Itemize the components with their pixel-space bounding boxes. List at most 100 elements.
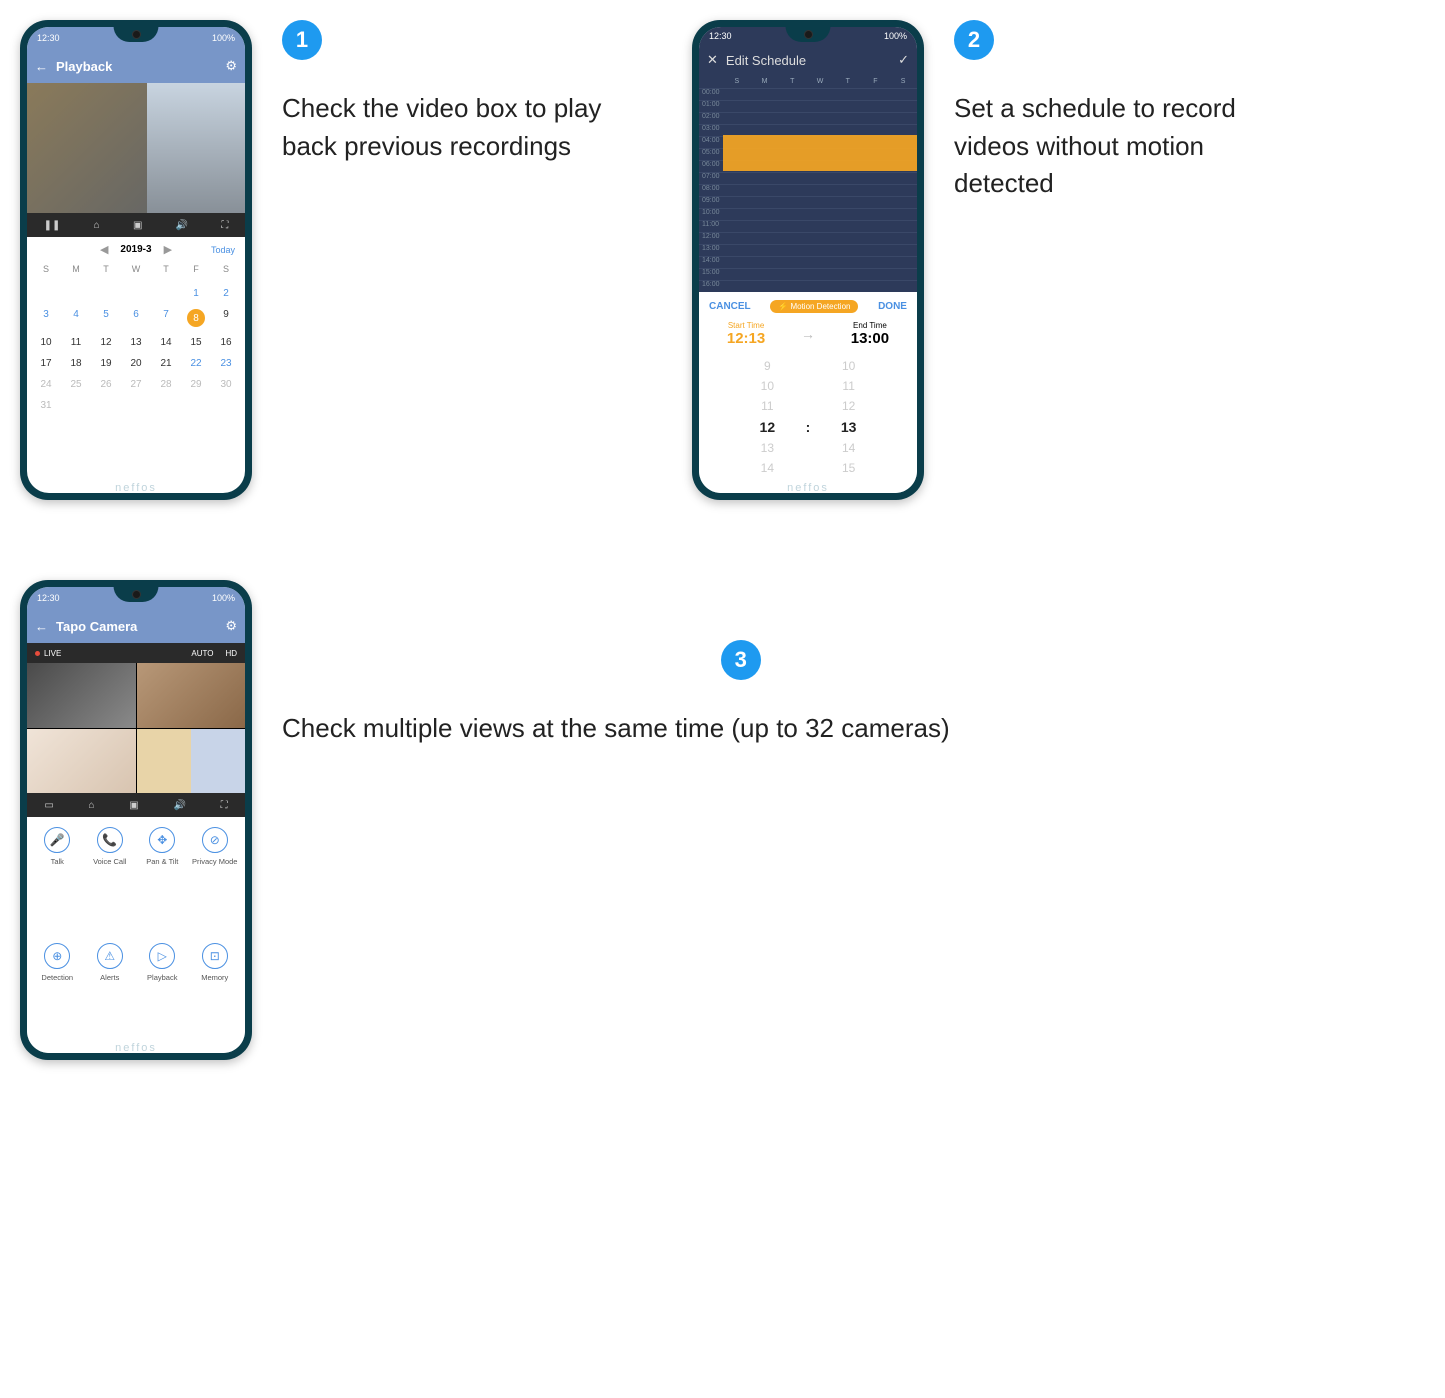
record-icon[interactable]: ▣ (133, 220, 142, 231)
gear-icon[interactable]: ⚙ (225, 58, 237, 74)
calendar-day[interactable]: 8 (181, 309, 211, 327)
calendar-day[interactable]: 9 (211, 309, 241, 327)
schedule-slot[interactable] (723, 184, 917, 196)
end-time-value[interactable]: 13:00 (851, 330, 889, 347)
prev-month-icon[interactable]: ◀ (100, 243, 108, 256)
calendar-day[interactable]: 26 (91, 379, 121, 390)
control-detection[interactable]: ⊕Detection (31, 943, 84, 1043)
control-playback[interactable]: ▷Playback (136, 943, 189, 1043)
calendar-day[interactable]: 16 (211, 337, 241, 348)
calendar-day[interactable]: 7 (151, 309, 181, 327)
schedule-block[interactable] (723, 135, 917, 171)
hd-label[interactable]: HD (225, 649, 237, 658)
gear-icon[interactable]: ⚙ (225, 618, 237, 634)
schedule-slot[interactable] (723, 208, 917, 220)
picker-value[interactable]: 13 (810, 419, 887, 435)
calendar-day[interactable]: 17 (31, 358, 61, 369)
calendar-day[interactable]: 15 (181, 337, 211, 348)
calendar-day[interactable]: 25 (61, 379, 91, 390)
picker-value[interactable]: 11 (810, 379, 887, 393)
control-memory[interactable]: ⊡Memory (189, 943, 242, 1043)
schedule-slot[interactable] (723, 232, 917, 244)
screen-icon[interactable]: ▭ (44, 800, 53, 811)
picker-value[interactable]: 12 (810, 399, 887, 413)
calendar-day[interactable]: 3 (31, 309, 61, 327)
calendar-day[interactable]: 6 (121, 309, 151, 327)
time-picker[interactable]: 9101011111212:1313141415 (709, 355, 907, 485)
camera-icon[interactable]: ⌂ (94, 220, 100, 231)
auto-label[interactable]: AUTO (191, 649, 213, 658)
next-month-icon[interactable]: ▶ (164, 243, 172, 256)
quality-chip[interactable]: HD (219, 87, 239, 98)
calendar-month[interactable]: 2019-3 (120, 244, 151, 255)
calendar-day[interactable]: 24 (31, 379, 61, 390)
schedule-slot[interactable] (723, 196, 917, 208)
today-link[interactable]: Today (211, 245, 235, 255)
picker-value[interactable]: 15 (810, 461, 887, 475)
schedule-slot[interactable] (723, 220, 917, 232)
schedule-slot[interactable] (723, 88, 917, 100)
camera-tile-4[interactable] (137, 729, 246, 794)
fullscreen-icon[interactable]: ⛶ (221, 800, 228, 811)
back-icon[interactable]: ← (35, 619, 48, 634)
calendar-day[interactable]: 11 (61, 337, 91, 348)
calendar-day[interactable]: 30 (211, 379, 241, 390)
camera-tile-2[interactable] (137, 663, 246, 728)
picker-value[interactable]: 10 (810, 359, 887, 373)
motion-detection-chip[interactable]: ⚡ Motion Detection (770, 300, 858, 313)
control-voice-call[interactable]: 📞Voice Call (84, 827, 137, 927)
schedule-slot[interactable] (723, 268, 917, 280)
calendar-day[interactable]: 27 (121, 379, 151, 390)
calendar-day[interactable]: 12 (91, 337, 121, 348)
picker-value[interactable]: 14 (729, 461, 806, 475)
calendar-day[interactable]: 31 (31, 400, 61, 411)
camera-tile-3[interactable] (27, 729, 136, 794)
pause-icon[interactable]: ❚❚ (44, 220, 61, 231)
picker-value[interactable]: 9 (729, 359, 806, 373)
done-button[interactable]: DONE (878, 301, 907, 312)
calendar-day[interactable]: 10 (31, 337, 61, 348)
calendar-day[interactable]: 1 (181, 288, 211, 299)
calendar-day[interactable]: 13 (121, 337, 151, 348)
calendar-day[interactable]: 14 (151, 337, 181, 348)
schedule-slot[interactable] (723, 244, 917, 256)
schedule-grid[interactable]: SMTWTFS 00:0001:0002:0003:0004:0005:0006… (699, 75, 917, 292)
calendar-day[interactable]: 4 (61, 309, 91, 327)
camera-icon[interactable]: ⌂ (89, 800, 95, 811)
speaker-icon[interactable]: 🔊 (176, 220, 188, 231)
check-icon[interactable]: ✓ (898, 52, 909, 68)
speaker-icon[interactable]: 🔊 (173, 800, 185, 811)
calendar-day[interactable]: 18 (61, 358, 91, 369)
picker-value[interactable]: 10 (729, 379, 806, 393)
calendar-day[interactable]: 28 (151, 379, 181, 390)
fullscreen-icon[interactable]: ⛶ (221, 220, 228, 231)
picker-value[interactable]: 14 (810, 441, 887, 455)
schedule-slot[interactable] (723, 112, 917, 124)
schedule-slot[interactable] (723, 100, 917, 112)
calendar-day[interactable]: 22 (181, 358, 211, 369)
calendar-day[interactable]: 29 (181, 379, 211, 390)
calendar-day[interactable]: 21 (151, 358, 181, 369)
video-preview[interactable]: 1x HD (27, 83, 245, 213)
calendar-day[interactable]: 19 (91, 358, 121, 369)
control-alerts[interactable]: ⚠Alerts (84, 943, 137, 1043)
calendar-day[interactable]: 2 (211, 288, 241, 299)
control-talk[interactable]: 🎤Talk (31, 827, 84, 927)
close-icon[interactable]: ✕ (707, 52, 718, 68)
control-privacy-mode[interactable]: ⊘Privacy Mode (189, 827, 242, 927)
speed-chip[interactable]: 1x (197, 87, 214, 98)
record-icon[interactable]: ▣ (129, 800, 138, 811)
picker-value[interactable]: 12 (729, 419, 806, 435)
calendar-day[interactable]: 23 (211, 358, 241, 369)
back-icon[interactable]: ← (35, 59, 48, 74)
schedule-slot[interactable] (723, 280, 917, 292)
cancel-button[interactable]: CANCEL (709, 301, 751, 312)
control-pan-tilt[interactable]: ✥Pan & Tilt (136, 827, 189, 927)
camera-tile-1[interactable] (27, 663, 136, 728)
schedule-slot[interactable] (723, 172, 917, 184)
start-time-value[interactable]: 12:13 (727, 330, 765, 347)
calendar-day[interactable]: 20 (121, 358, 151, 369)
calendar-day[interactable]: 5 (91, 309, 121, 327)
schedule-slot[interactable] (723, 256, 917, 268)
picker-value[interactable]: 13 (729, 441, 806, 455)
